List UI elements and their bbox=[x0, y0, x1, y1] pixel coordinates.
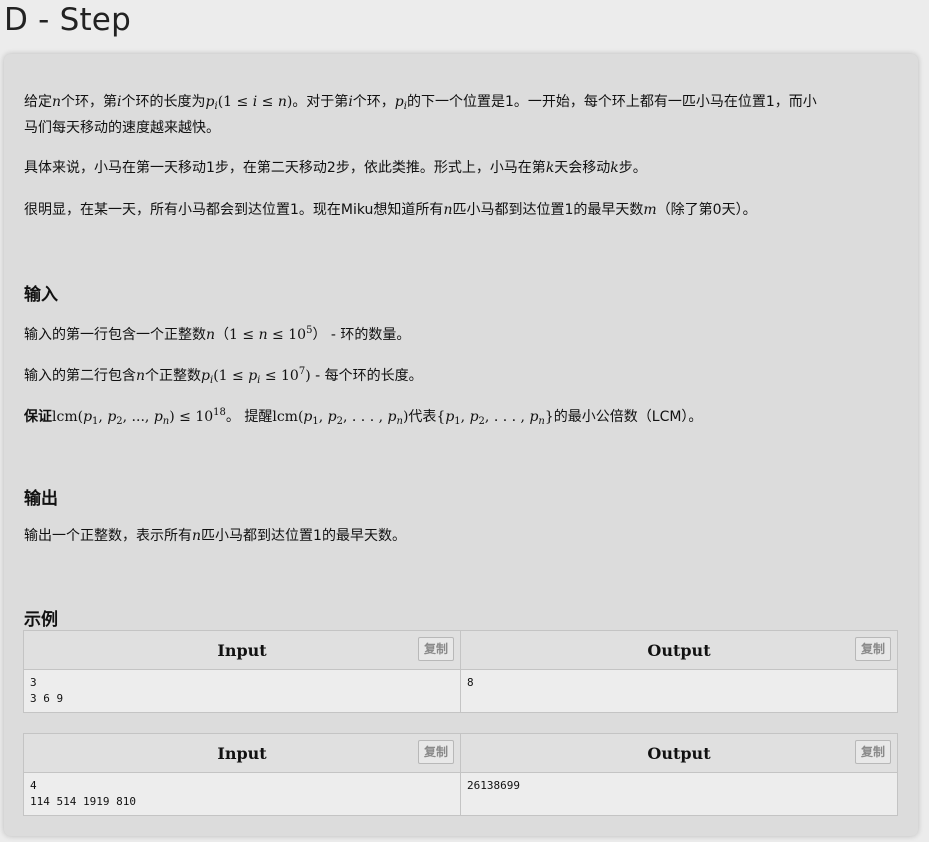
copy-input-button[interactable]: 复制 bbox=[418, 740, 454, 764]
example-1-output-header: Output 复制 bbox=[460, 630, 898, 670]
copy-input-button[interactable]: 复制 bbox=[418, 637, 454, 661]
description-paragraph-1-cont: 马们每天移动的速度越来越快。 bbox=[24, 120, 220, 136]
page-title: D - Step bbox=[4, 2, 131, 38]
example-1-input: 3 3 6 9 bbox=[23, 669, 461, 713]
example-1-input-header: Input 复制 bbox=[23, 630, 461, 670]
example-2-output: 26138699 bbox=[460, 772, 898, 816]
example-table-2: Input 复制 Output 复制 4 114 514 1919 810 26… bbox=[23, 733, 898, 816]
examples-heading: 示例 bbox=[24, 610, 58, 630]
copy-output-button[interactable]: 复制 bbox=[855, 637, 891, 661]
example-2-output-header: Output 复制 bbox=[460, 733, 898, 773]
copy-output-button[interactable]: 复制 bbox=[855, 740, 891, 764]
example-2-input-header: Input 复制 bbox=[23, 733, 461, 773]
input-line-1: 输入的第一行包含一个正整数n（1 ≤ n ≤ 105） - 环的数量。 bbox=[24, 325, 411, 343]
output-heading: 输出 bbox=[24, 489, 58, 509]
problem-statement-card: 给定n个环，第i个环的长度为pi(1 ≤ i ≤ n)。对于第i个环，pi的下一… bbox=[4, 54, 918, 836]
example-2-input: 4 114 514 1919 810 bbox=[23, 772, 461, 816]
description-paragraph-3: 很明显，在某一天，所有小马都会到达位置1。现在Miku想知道所有n匹小马都到达位… bbox=[24, 202, 757, 218]
description-paragraph-2: 具体来说，小马在第一天移动1步，在第二天移动2步，依此类推。形式上，小马在第k天… bbox=[24, 160, 647, 176]
input-heading: 输入 bbox=[24, 285, 58, 305]
example-1-output: 8 bbox=[460, 669, 898, 713]
input-line-2: 输入的第二行包含n个正整数pi(1 ≤ pi ≤ 107) - 每个环的长度。 bbox=[24, 366, 423, 386]
output-line-1: 输出一个正整数，表示所有n匹小马都到达位置1的最早天数。 bbox=[24, 528, 406, 544]
input-line-3: 保证lcm(p1, p2, ..., pn) ≤ 1018。 提醒lcm(p1,… bbox=[24, 407, 703, 427]
example-table-1: Input 复制 Output 复制 3 3 6 9 8 bbox=[23, 630, 898, 713]
